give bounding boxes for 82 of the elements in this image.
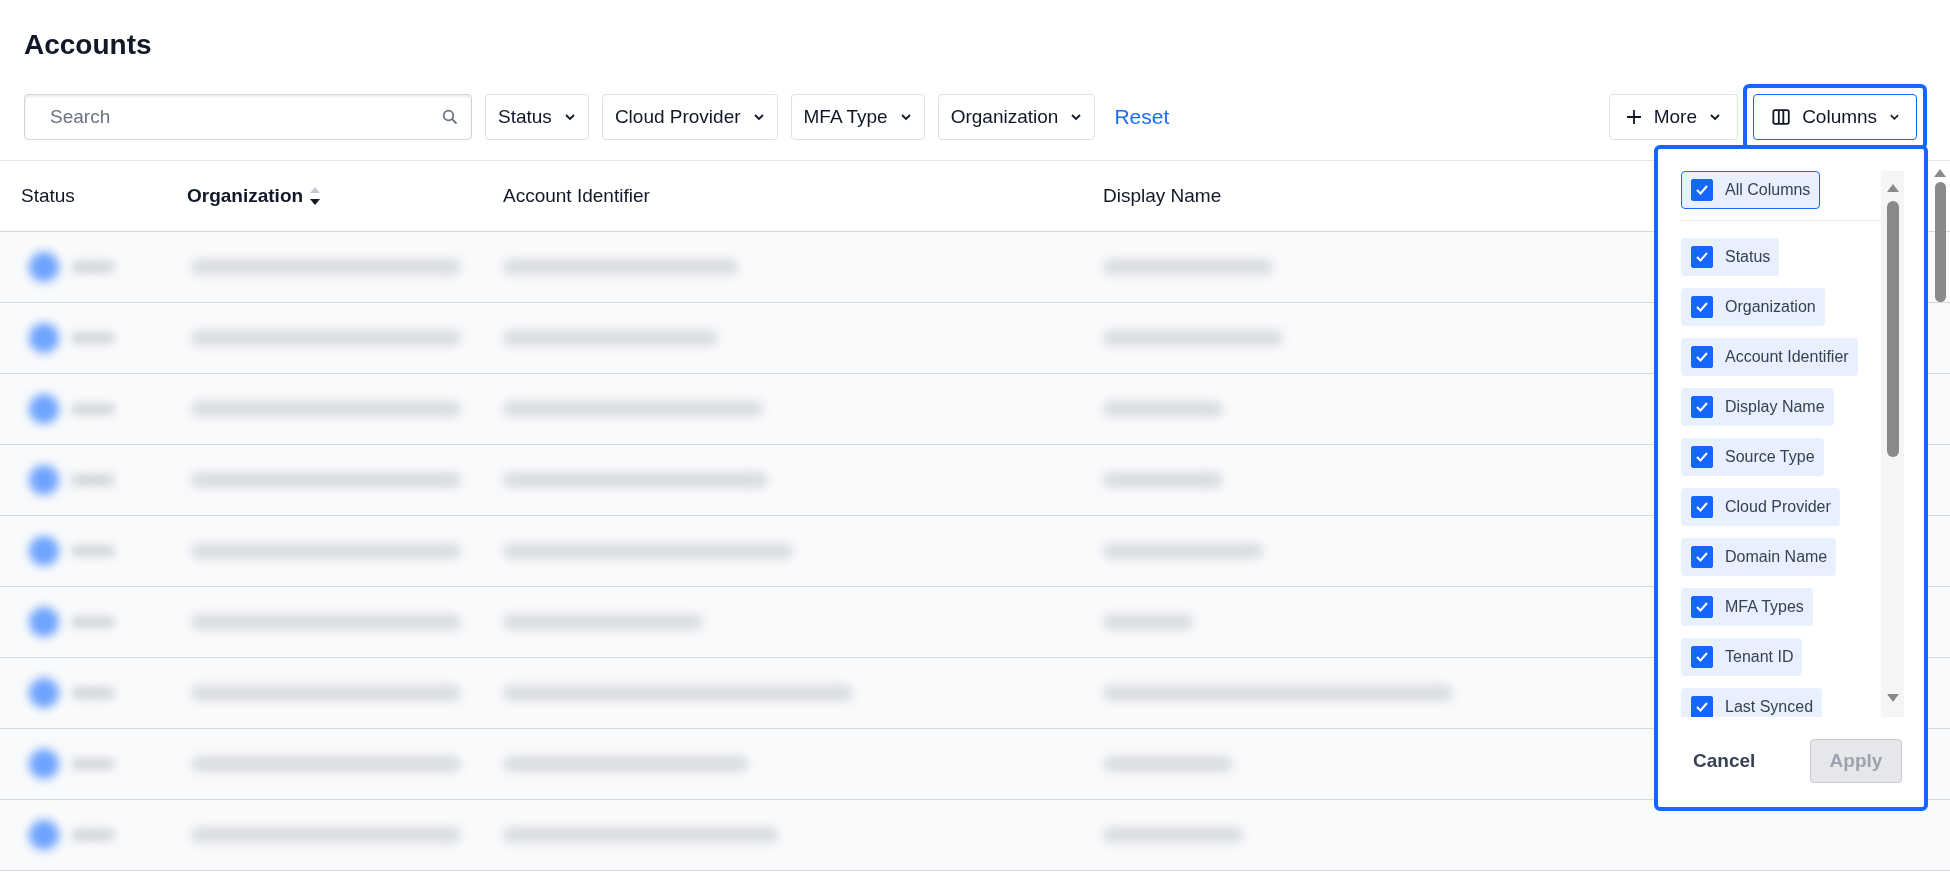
check-icon	[1695, 351, 1709, 363]
blurred-text	[71, 403, 115, 415]
blurred-text	[71, 758, 115, 770]
search-field[interactable]: Search	[24, 94, 472, 140]
column-checkbox[interactable]: Organization	[1681, 288, 1825, 326]
column-checkbox[interactable]: Cloud Provider	[1681, 488, 1840, 526]
columns-button[interactable]: Columns	[1753, 94, 1917, 140]
sort-arrows-icon[interactable]	[309, 185, 322, 207]
checkbox[interactable]	[1691, 696, 1713, 717]
check-icon	[1695, 251, 1709, 263]
cancel-button[interactable]: Cancel	[1693, 750, 1756, 772]
scroll-up-icon[interactable]	[1885, 183, 1900, 193]
checkbox[interactable]	[1691, 446, 1713, 468]
column-checkbox[interactable]: MFA Types	[1681, 588, 1813, 626]
blurred-text	[71, 332, 115, 344]
check-icon	[1695, 501, 1709, 513]
checkbox[interactable]	[1691, 296, 1713, 318]
checkbox[interactable]	[1691, 246, 1713, 268]
scroll-up-icon[interactable]	[1933, 168, 1947, 178]
blurred-status-dot	[29, 678, 59, 708]
column-header[interactable]: Account Identifier	[503, 185, 650, 207]
all-columns-checkbox[interactable]: All Columns	[1681, 171, 1821, 209]
check-icon	[1695, 451, 1709, 463]
chevron-down-icon	[752, 113, 765, 121]
check-icon	[1695, 301, 1709, 313]
column-checkbox[interactable]: Status	[1681, 238, 1780, 276]
checkbox[interactable]	[1691, 396, 1713, 418]
chevron-down-icon	[1709, 113, 1721, 121]
column-checkbox[interactable]: Last Synced	[1681, 688, 1823, 717]
column-checkbox[interactable]: Display Name	[1681, 388, 1834, 426]
chevron-down-icon	[899, 113, 912, 121]
filter-dropdown[interactable]: Organization	[937, 94, 1096, 140]
scroll-down-icon[interactable]	[1885, 693, 1900, 703]
blurred-text	[71, 829, 115, 841]
page-scrollbar[interactable]	[1932, 168, 1948, 302]
checkbox[interactable]	[1691, 346, 1713, 368]
column-header[interactable]: Status	[21, 185, 75, 207]
blurred-status-dot	[29, 252, 59, 282]
blurred-text	[71, 474, 115, 486]
checkbox[interactable]	[1691, 179, 1713, 201]
plus-icon	[1625, 109, 1642, 125]
checkbox[interactable]	[1691, 596, 1713, 618]
filter-dropdown[interactable]: Cloud Provider	[601, 94, 778, 140]
blurred-text	[71, 616, 115, 628]
scrollbar-thumb[interactable]	[1934, 182, 1946, 302]
chevron-down-icon	[1889, 113, 1900, 121]
reset-link[interactable]: Reset	[1114, 105, 1170, 129]
blurred-text	[71, 261, 115, 273]
check-icon	[1695, 701, 1709, 713]
blurred-status-dot	[29, 536, 59, 566]
more-button[interactable]: More	[1608, 94, 1738, 140]
page-title: Accounts	[23, 28, 153, 62]
blurred-status-dot	[29, 820, 59, 850]
scrollbar-thumb[interactable]	[1886, 201, 1899, 457]
column-checkbox[interactable]: Tenant ID	[1681, 638, 1803, 676]
filter-dropdown[interactable]: Status	[485, 94, 589, 140]
blurred-text	[71, 545, 115, 557]
column-checkbox[interactable]: Account Identifier	[1681, 338, 1858, 376]
checkbox[interactable]	[1691, 546, 1713, 568]
columns-icon	[1772, 108, 1791, 126]
blurred-status-dot	[29, 323, 59, 353]
filter-dropdown[interactable]: MFA Type	[790, 94, 925, 140]
search-icon	[442, 109, 458, 125]
blurred-status-dot	[29, 465, 59, 495]
check-icon	[1695, 184, 1709, 196]
chevron-down-icon	[563, 113, 576, 121]
blurred-status-dot	[29, 607, 59, 637]
check-icon	[1695, 651, 1709, 663]
column-header[interactable]: Display Name	[1103, 185, 1222, 207]
check-icon	[1695, 551, 1709, 563]
column-checkbox[interactable]: Source Type	[1681, 438, 1824, 476]
blurred-status-dot	[29, 749, 59, 779]
blurred-text	[71, 687, 115, 699]
checkbox[interactable]	[1691, 646, 1713, 668]
column-checkbox[interactable]: Domain Name	[1681, 538, 1837, 576]
check-icon	[1695, 401, 1709, 413]
checkbox[interactable]	[1691, 496, 1713, 518]
blurred-status-dot	[29, 394, 59, 424]
check-icon	[1695, 601, 1709, 613]
list-scrollbar[interactable]	[1881, 171, 1904, 717]
column-header[interactable]: Organization	[187, 185, 304, 207]
chevron-down-icon	[1070, 113, 1083, 121]
